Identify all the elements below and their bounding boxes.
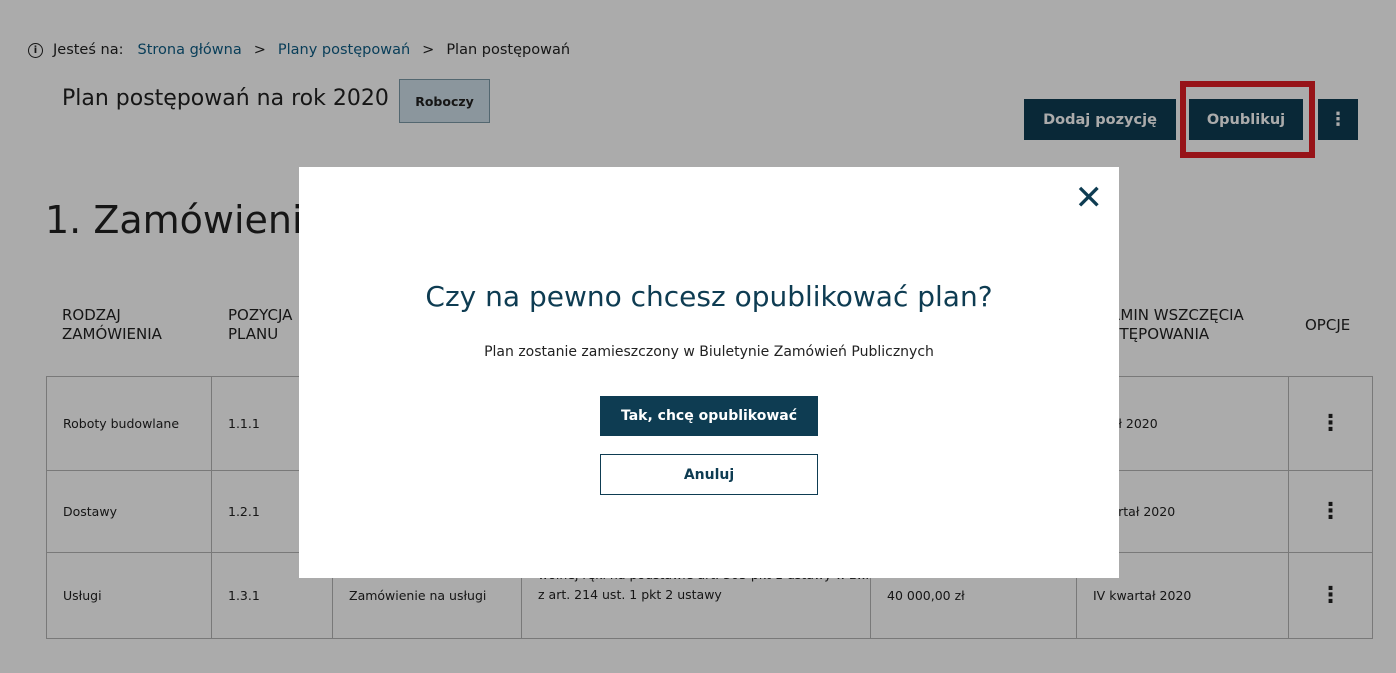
close-icon[interactable]: ✕ — [1075, 181, 1104, 215]
confirm-publish-button[interactable]: Tak, chcę opublikować — [600, 396, 818, 436]
cancel-button[interactable]: Anuluj — [600, 454, 818, 495]
dialog-title: Czy na pewno chcesz opublikować plan? — [425, 280, 993, 313]
publish-confirm-dialog: ✕ Czy na pewno chcesz opublikować plan? … — [299, 167, 1119, 578]
dialog-subtitle: Plan zostanie zamieszczony w Biuletynie … — [484, 344, 934, 360]
page: i Jesteś na: Strona główna > Plany postę… — [0, 0, 1396, 673]
